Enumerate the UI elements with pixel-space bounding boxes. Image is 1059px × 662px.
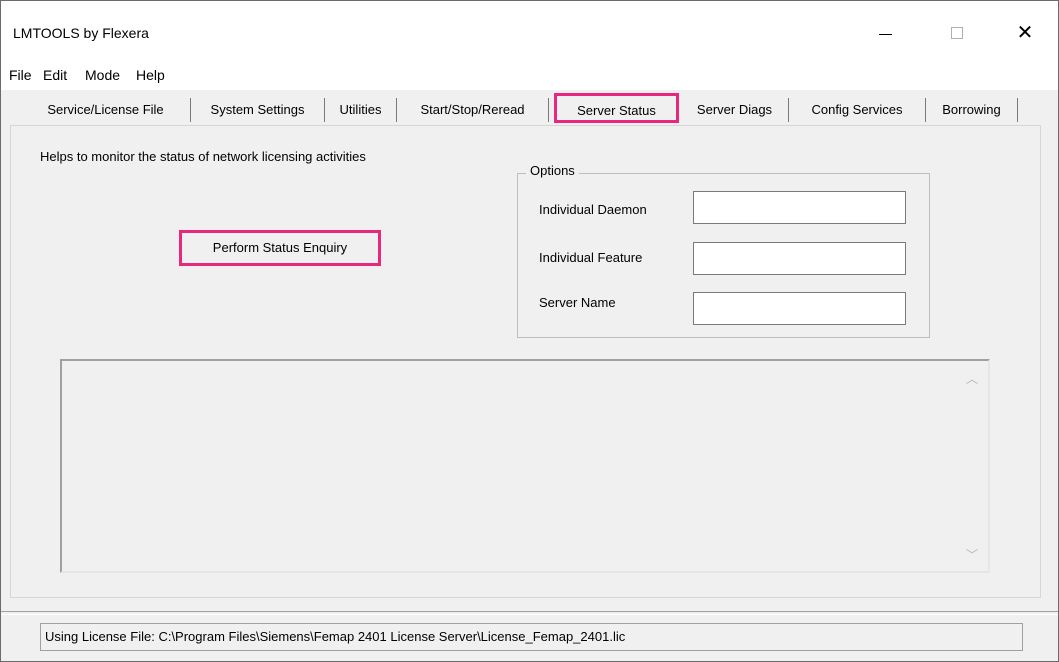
individual-daemon-input[interactable]: [693, 191, 906, 224]
tab-start-stop-reread[interactable]: Start/Stop/Reread: [397, 98, 549, 122]
perform-status-enquiry-button[interactable]: Perform Status Enquiry: [179, 230, 381, 266]
server-name-label: Server Name: [539, 295, 616, 310]
minimize-button[interactable]: [865, 15, 905, 51]
menu-help[interactable]: Help: [136, 67, 165, 83]
chevron-up-icon[interactable]: ︿: [966, 370, 978, 387]
tab-service-license-file[interactable]: Service/License File: [21, 98, 191, 122]
status-bar: Using License File: C:\Program Files\Sie…: [40, 623, 1023, 651]
tab-system-settings[interactable]: System Settings: [191, 98, 325, 122]
lmtools-window: LMTOOLS by Flexera ✕ File Edit Mode Help…: [0, 0, 1059, 662]
tab-borrowing[interactable]: Borrowing: [926, 98, 1018, 122]
minimize-icon: [879, 34, 892, 35]
tab-server-status[interactable]: Server Status: [554, 93, 679, 123]
close-button[interactable]: ✕: [1005, 15, 1045, 51]
tab-server-diags[interactable]: Server Diags: [681, 98, 789, 122]
window-title: LMTOOLS by Flexera: [13, 25, 149, 41]
menu-edit[interactable]: Edit: [43, 67, 67, 83]
menu-bar: File Edit Mode Help: [1, 60, 1058, 90]
tab-strip: Service/License File System Settings Uti…: [1, 90, 1058, 126]
maximize-button[interactable]: [937, 15, 977, 51]
server-name-input[interactable]: [693, 292, 906, 325]
title-bar[interactable]: LMTOOLS by Flexera ✕: [1, 1, 1058, 60]
individual-daemon-label: Individual Daemon: [539, 202, 647, 217]
individual-feature-label: Individual Feature: [539, 250, 643, 265]
status-output-textarea[interactable]: [60, 359, 990, 573]
menu-file[interactable]: File: [9, 67, 32, 83]
tab-description: Helps to monitor the status of network l…: [40, 149, 366, 164]
options-group-title: Options: [526, 163, 579, 178]
individual-feature-input[interactable]: [693, 242, 906, 275]
menu-mode[interactable]: Mode: [85, 67, 120, 83]
tab-config-services[interactable]: Config Services: [789, 98, 926, 122]
status-divider: [1, 611, 1058, 615]
close-icon: ✕: [1016, 22, 1034, 44]
tab-utilities[interactable]: Utilities: [325, 98, 397, 122]
maximize-icon: [951, 27, 963, 39]
chevron-down-icon[interactable]: ﹀: [966, 546, 978, 563]
